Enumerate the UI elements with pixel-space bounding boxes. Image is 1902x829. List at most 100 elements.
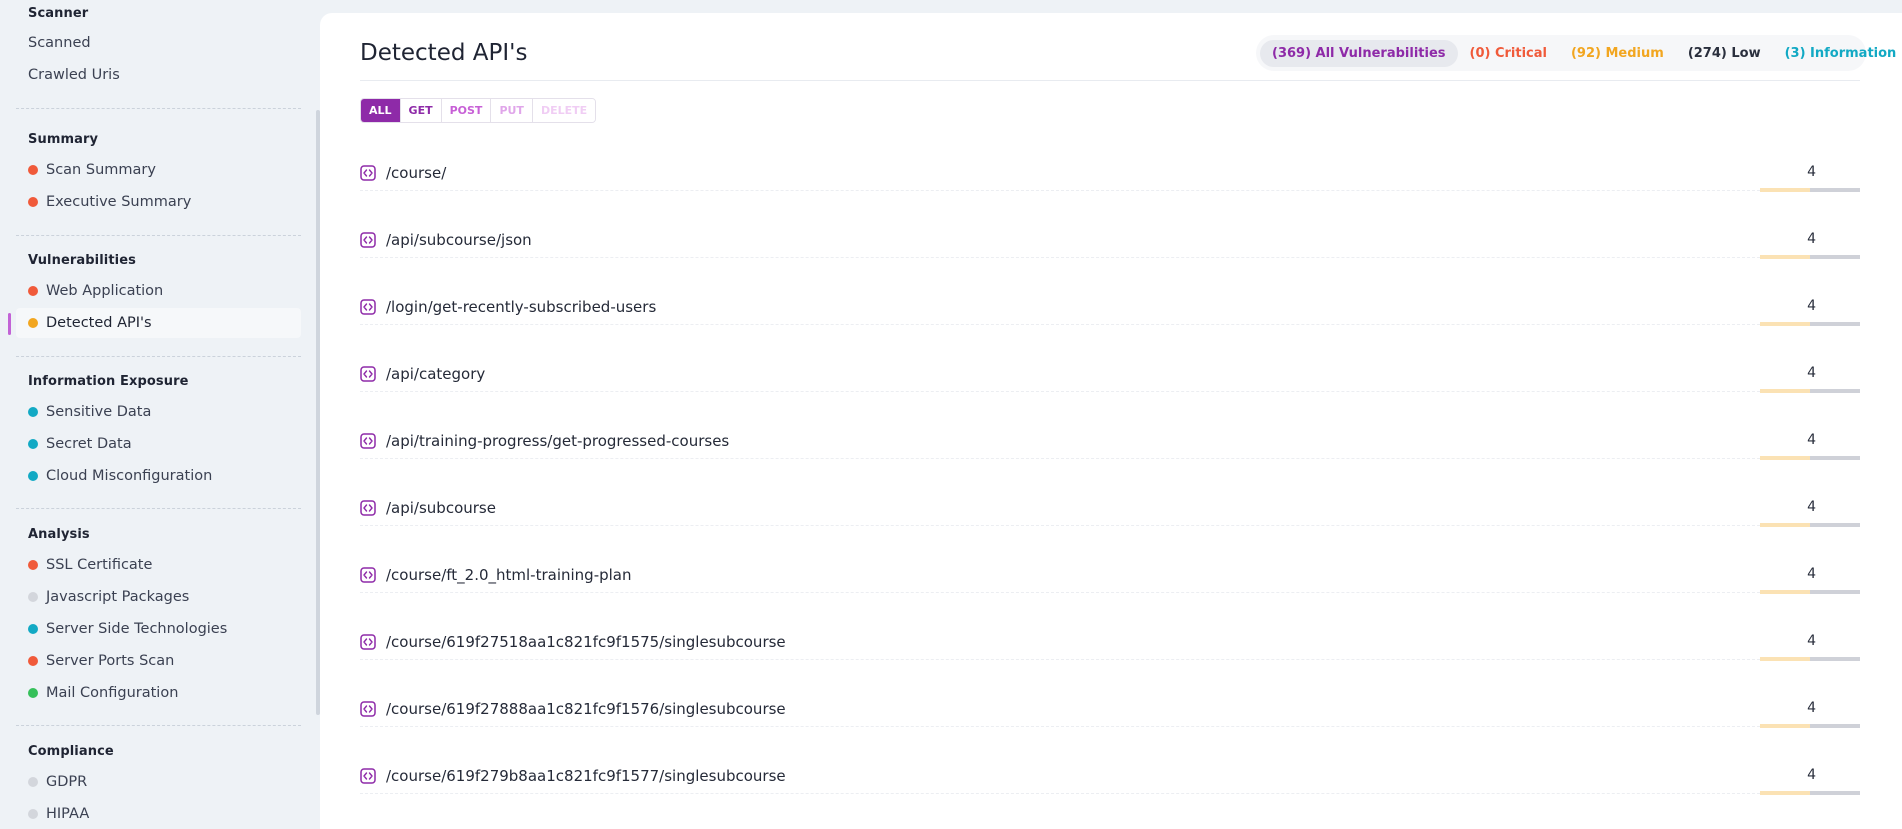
severity-bar-medium: [1760, 791, 1810, 795]
sidebar-item-label: SSL Certificate: [46, 557, 153, 573]
sidebar-item-label: Javascript Packages: [46, 589, 190, 605]
sidebar-item-crawled-uris[interactable]: Crawled Uris: [16, 60, 301, 90]
sidebar-item-server-side-technologies[interactable]: Server Side Technologies: [16, 614, 301, 644]
sidebar-item-sensitive-data[interactable]: Sensitive Data: [16, 397, 301, 427]
sidebar-item-web-application[interactable]: Web Application: [16, 276, 301, 306]
api-path: /api/training-progress/get-progressed-co…: [386, 432, 730, 450]
sidebar-item-label: Server Side Technologies: [46, 621, 228, 637]
vulnerability-count: 4: [1807, 164, 1816, 180]
api-path: /course/619f27518aa1c821fc9f1575/singles…: [386, 633, 786, 651]
api-list-item[interactable]: /api/subcourse 4: [360, 487, 1860, 537]
filter-low[interactable]: (274) Low: [1676, 40, 1773, 67]
sidebar-item-mail-configuration[interactable]: Mail Configuration: [16, 678, 301, 708]
method-tab-all[interactable]: ALL: [361, 99, 401, 122]
sidebar-item-cloud-misconfiguration[interactable]: Cloud Misconfiguration: [16, 461, 301, 491]
severity-bar: [1760, 389, 1860, 393]
active-indicator: [8, 313, 11, 335]
sidebar: Scanner Scanned Crawled Uris Summary Sca…: [0, 0, 320, 829]
api-code-icon: [360, 701, 376, 717]
filter-medium[interactable]: (92) Medium: [1559, 40, 1676, 67]
api-list-item[interactable]: /api/category 4: [360, 353, 1860, 403]
row-divider: [360, 190, 1760, 191]
api-list-item[interactable]: /api/subcourse/json 4: [360, 219, 1860, 269]
sidebar-item-ssl-certificate[interactable]: SSL Certificate: [16, 550, 301, 580]
method-tab-put[interactable]: PUT: [491, 99, 533, 122]
sidebar-item-label: Cloud Misconfiguration: [46, 468, 213, 484]
method-tab-get[interactable]: GET: [400, 99, 442, 122]
severity-bar-low: [1810, 791, 1860, 795]
sidebar-item-label: GDPR: [46, 774, 88, 790]
api-list-item[interactable]: /course/619f279b8aa1c821fc9f1577/singles…: [360, 755, 1860, 805]
divider: [16, 508, 301, 509]
main-panel: Detected API's (369) All Vulnerabilities…: [320, 13, 1902, 829]
severity-bar-low: [1810, 456, 1860, 460]
status-dot-icon: [28, 286, 38, 296]
row-divider: [360, 458, 1760, 459]
sidebar-item-scan-summary[interactable]: Scan Summary: [16, 155, 301, 185]
severity-bar-medium: [1760, 657, 1810, 661]
status-dot-icon: [28, 318, 38, 328]
sidebar-item-hipaa[interactable]: HIPAA: [16, 799, 301, 829]
sidebar-item-label: Scanned: [28, 35, 91, 51]
method-tab-delete[interactable]: DELETE: [532, 99, 596, 122]
sidebar-item-label: Server Ports Scan: [46, 653, 175, 669]
section-title: Scanner: [28, 6, 89, 21]
row-divider: [360, 391, 1760, 392]
api-list-item[interactable]: /course/ 4: [360, 152, 1860, 202]
sidebar-item-detected-apis[interactable]: Detected API's: [16, 308, 301, 338]
section-title: Vulnerabilities: [28, 253, 136, 268]
severity-bar-low: [1810, 188, 1860, 192]
api-list-item[interactable]: /api/training-progress/get-progressed-co…: [360, 420, 1860, 470]
api-code-icon: [360, 165, 376, 181]
divider: [16, 108, 301, 109]
filter-all-vulnerabilities[interactable]: (369) All Vulnerabilities: [1260, 39, 1458, 67]
method-tab-post[interactable]: POST: [441, 99, 492, 122]
section-title: Summary: [28, 132, 99, 147]
api-code-icon: [360, 500, 376, 516]
sidebar-item-javascript-packages[interactable]: Javascript Packages: [16, 582, 301, 612]
status-dot-icon: [28, 592, 38, 602]
severity-bar-low: [1810, 255, 1860, 259]
row-divider: [360, 257, 1760, 258]
api-path: /course/ft_2.0_html-training-plan: [386, 566, 632, 584]
sidebar-item-label: Mail Configuration: [46, 685, 179, 701]
sidebar-item-secret-data[interactable]: Secret Data: [16, 429, 301, 459]
api-list-item[interactable]: /course/619f27518aa1c821fc9f1575/singles…: [360, 621, 1860, 671]
sidebar-item-label: Web Application: [46, 283, 164, 299]
api-list-item[interactable]: /login/get-recently-subscribed-users 4: [360, 286, 1860, 336]
status-dot-icon: [28, 165, 38, 175]
api-path: /api/subcourse/json: [386, 231, 532, 249]
severity-bar: [1760, 456, 1860, 460]
api-list-item[interactable]: /course/619f27888aa1c821fc9f1576/singles…: [360, 688, 1860, 738]
vulnerability-count: 4: [1807, 700, 1816, 716]
severity-bar-low: [1810, 724, 1860, 728]
row-divider: [360, 592, 1760, 593]
vulnerability-count: 4: [1807, 231, 1816, 247]
filter-information[interactable]: (3) Information: [1773, 40, 1902, 67]
api-code-icon: [360, 433, 376, 449]
severity-bar-medium: [1760, 523, 1810, 527]
section-title: Analysis: [28, 527, 90, 542]
sidebar-item-executive-summary[interactable]: Executive Summary: [16, 187, 301, 217]
divider: [16, 356, 301, 357]
section-title: Compliance: [28, 744, 114, 759]
sidebar-item-gdpr[interactable]: GDPR: [16, 767, 301, 797]
severity-bar: [1760, 188, 1860, 192]
severity-bar-medium: [1760, 188, 1810, 192]
status-dot-icon: [28, 777, 38, 787]
sidebar-item-server-ports-scan[interactable]: Server Ports Scan: [16, 646, 301, 676]
api-path: /login/get-recently-subscribed-users: [386, 298, 657, 316]
severity-bar-low: [1810, 322, 1860, 326]
section-title: Information Exposure: [28, 374, 189, 389]
sidebar-item-scanned[interactable]: Scanned: [16, 28, 301, 58]
api-path: /api/subcourse: [386, 499, 496, 517]
vulnerability-count: 4: [1807, 298, 1816, 314]
filter-critical[interactable]: (0) Critical: [1458, 40, 1559, 67]
divider: [16, 725, 301, 726]
api-path: /course/: [386, 164, 447, 182]
severity-bar: [1760, 523, 1860, 527]
severity-bar-low: [1810, 590, 1860, 594]
api-code-icon: [360, 366, 376, 382]
vulnerability-count: 4: [1807, 499, 1816, 515]
api-list-item[interactable]: /course/ft_2.0_html-training-plan 4: [360, 554, 1860, 604]
